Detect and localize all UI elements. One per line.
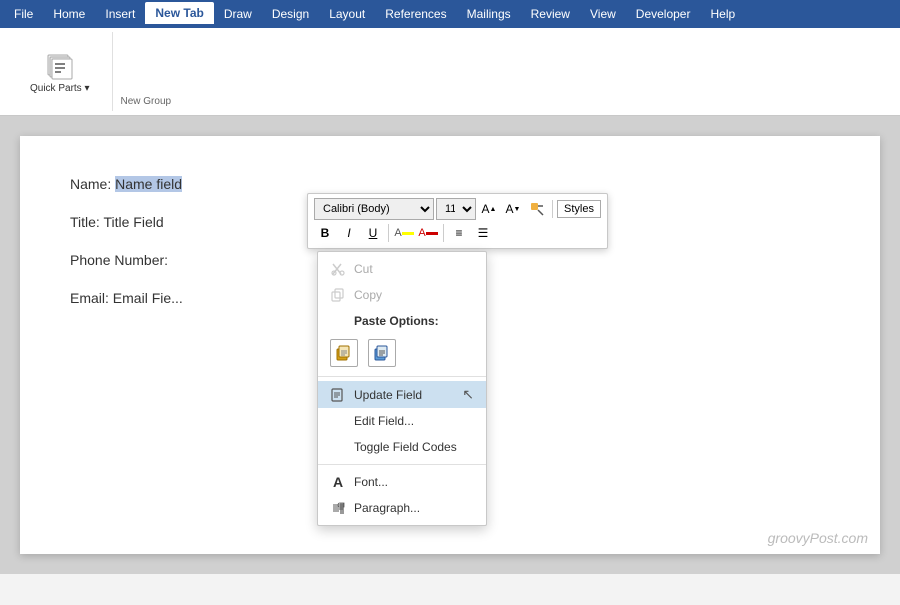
email-label: Email: — [70, 290, 113, 306]
ctx-paste-header: Paste Options: — [318, 308, 486, 334]
menu-mailings[interactable]: Mailings — [457, 3, 521, 25]
quick-parts-button[interactable]: Quick Parts ▾ — [24, 45, 96, 98]
toggle-field-codes-icon — [330, 439, 346, 455]
ctx-font-label: Font... — [354, 475, 388, 489]
cut-icon — [330, 261, 346, 277]
ctx-paste-icons-row — [318, 334, 486, 372]
copy-icon — [330, 287, 346, 303]
ribbon: Quick Parts ▾ New Group — [0, 28, 900, 116]
ctx-copy-label: Copy — [354, 288, 382, 302]
ctx-paste-label: Paste Options: — [354, 314, 439, 328]
menu-developer[interactable]: Developer — [626, 3, 701, 25]
font-color-button[interactable]: A — [417, 222, 439, 244]
cursor-icon: ↖ — [462, 386, 474, 403]
ctx-separator-2 — [318, 464, 486, 465]
ctx-edit-field-label: Edit Field... — [354, 414, 414, 428]
email-field[interactable]: Email Fie... — [113, 290, 183, 306]
font-icon: A — [330, 474, 346, 490]
italic-button[interactable]: I — [338, 222, 360, 244]
quick-parts-label: Quick Parts ▾ — [30, 83, 90, 94]
menu-layout[interactable]: Layout — [319, 3, 375, 25]
ctx-font[interactable]: A Font... — [318, 469, 486, 495]
font-shrink-button[interactable]: A▼ — [502, 198, 524, 220]
title-label: Title: — [70, 214, 103, 230]
highlight-button[interactable]: A — [393, 222, 415, 244]
styles-button[interactable]: Styles — [557, 200, 601, 218]
menu-file[interactable]: File — [4, 3, 43, 25]
paste-icon-2[interactable] — [368, 339, 396, 367]
underline-button[interactable]: U — [362, 222, 384, 244]
phone-label: Phone Number: — [70, 252, 168, 268]
list-button[interactable]: ☰ — [472, 222, 494, 244]
update-field-icon — [330, 387, 346, 403]
ribbon-group-quickparts: Quick Parts ▾ — [8, 32, 113, 111]
new-group-label: New Group — [113, 32, 172, 111]
align-button[interactable]: ≡ — [448, 222, 470, 244]
font-size-select[interactable]: 11 — [436, 198, 476, 220]
ctx-cut[interactable]: Cut — [318, 256, 486, 282]
name-field[interactable]: Name field — [115, 176, 182, 192]
edit-field-icon — [330, 413, 346, 429]
quick-parts-dropdown[interactable]: ▾ — [84, 83, 89, 94]
menu-references[interactable]: References — [375, 3, 456, 25]
title-field[interactable]: Title Field — [103, 214, 163, 230]
ctx-paragraph-label: Paragraph... — [354, 501, 420, 515]
name-label: Name: — [70, 176, 115, 192]
paste-icon-1[interactable] — [330, 339, 358, 367]
ctx-update-field-label: Update Field — [354, 388, 422, 402]
ctx-toggle-field-codes[interactable]: Toggle Field Codes — [318, 434, 486, 460]
ctx-edit-field[interactable]: Edit Field... — [318, 408, 486, 434]
menu-design[interactable]: Design — [262, 3, 319, 25]
menu-bar: File Home Insert New Tab Draw Design Lay… — [0, 0, 900, 28]
ctx-toggle-field-codes-label: Toggle Field Codes — [354, 440, 457, 454]
format-painter-button[interactable] — [526, 198, 548, 220]
document-area: Name: Name field Title: Title Field Phon… — [0, 116, 900, 574]
menu-home[interactable]: Home — [43, 3, 95, 25]
bold-button[interactable]: B — [314, 222, 336, 244]
context-menu: Cut Copy Paste Options: — [317, 251, 487, 526]
ctx-paragraph[interactable]: Paragraph... — [318, 495, 486, 521]
document-page: Name: Name field Title: Title Field Phon… — [20, 136, 880, 554]
watermark: groovyPost.com — [768, 530, 868, 546]
ctx-copy[interactable]: Copy — [318, 282, 486, 308]
paragraph-icon — [330, 500, 346, 516]
menu-newtab[interactable]: New Tab — [145, 2, 213, 27]
menu-view[interactable]: View — [580, 3, 626, 25]
menu-draw[interactable]: Draw — [214, 3, 262, 25]
menu-help[interactable]: Help — [700, 3, 745, 25]
font-name-select[interactable]: Calibri (Body) — [314, 198, 434, 220]
mini-toolbar: Calibri (Body) 11 A▲ A▼ Styles — [307, 193, 608, 249]
ctx-update-field[interactable]: Update Field ↖ — [318, 381, 486, 408]
menu-review[interactable]: Review — [521, 3, 580, 25]
menu-insert[interactable]: Insert — [95, 3, 145, 25]
ctx-separator-1 — [318, 376, 486, 377]
font-grow-button[interactable]: A▲ — [478, 198, 500, 220]
doc-line-name: Name: Name field — [70, 176, 830, 192]
quick-parts-icon — [44, 49, 76, 81]
ctx-cut-label: Cut — [354, 262, 373, 276]
paste-header-icon — [330, 313, 346, 329]
